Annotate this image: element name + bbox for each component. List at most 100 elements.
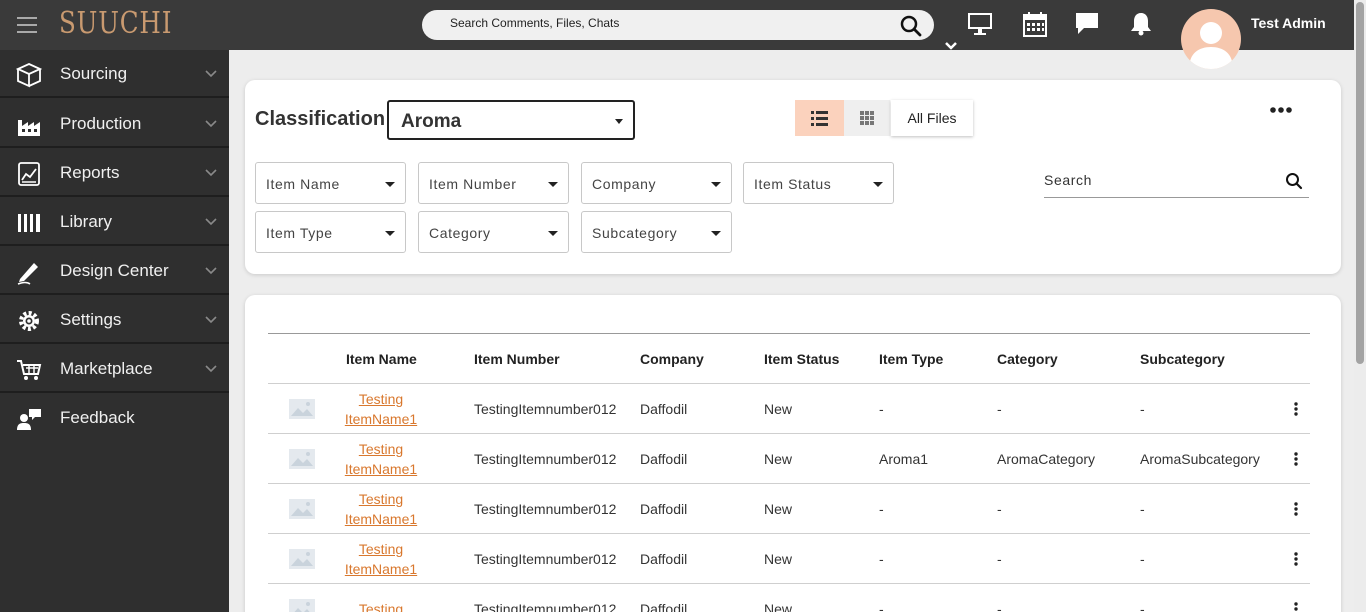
- row-menu-icon[interactable]: [1294, 451, 1298, 466]
- company-cell: Daffodil: [640, 483, 764, 534]
- grid-view-button[interactable]: [844, 100, 890, 136]
- filter-search: [1044, 168, 1309, 198]
- table-row[interactable]: Testing ItemName1 TestingItemnumber012 Da…: [268, 383, 1310, 434]
- cart-icon: [17, 360, 42, 380]
- item-name-filter[interactable]: Item Name: [255, 162, 406, 204]
- item-name-link[interactable]: Testing: [336, 599, 426, 612]
- item-type-filter[interactable]: Item Type: [255, 211, 406, 253]
- row-menu-icon[interactable]: [1294, 401, 1298, 416]
- row-menu-icon[interactable]: [1294, 551, 1298, 566]
- chevron-down-icon: [205, 365, 217, 373]
- table-header-row: Item Name Item Number Company Item Statu…: [268, 333, 1310, 384]
- caret-down-icon: [711, 231, 721, 236]
- global-search-input[interactable]: [450, 16, 890, 30]
- sidebar-item-feedback[interactable]: Feedback: [0, 394, 229, 442]
- classification-value: Aroma: [401, 111, 462, 132]
- chart-report-icon: [18, 162, 40, 186]
- chevron-down-icon: [205, 267, 217, 275]
- image-placeholder-icon: [289, 548, 315, 569]
- item-type-cell: -: [879, 533, 997, 584]
- sidebar-item-label: Production: [60, 114, 142, 133]
- filter-label: Item Number: [429, 176, 517, 192]
- app-logo[interactable]: SUUCHI: [59, 6, 172, 41]
- item-number-cell: TestingItemnumber012: [474, 483, 640, 534]
- chevron-down-icon: [205, 120, 217, 128]
- column-header-item-type[interactable]: Item Type: [879, 333, 997, 384]
- filter-label: Item Type: [266, 225, 333, 241]
- list-icon: [811, 111, 828, 126]
- all-files-button[interactable]: All Files: [891, 100, 973, 136]
- item-status-filter[interactable]: Item Status: [743, 162, 894, 204]
- chevron-down-icon: [205, 316, 217, 324]
- filter-search-input[interactable]: [1044, 172, 1274, 188]
- page-scrollbar-thumb[interactable]: [1356, 2, 1364, 364]
- user-name[interactable]: Test Admin: [1251, 15, 1326, 31]
- column-header-subcategory[interactable]: Subcategory: [1140, 333, 1286, 384]
- item-name-line: ItemName1: [344, 410, 418, 427]
- caret-down-icon: [385, 231, 395, 236]
- row-menu-icon[interactable]: [1294, 501, 1298, 516]
- item-name-line: Testing: [358, 540, 404, 557]
- pencil-icon: [17, 263, 38, 285]
- sidebar-item-production[interactable]: Production: [0, 100, 229, 148]
- sidebar-item-marketplace[interactable]: Marketplace: [0, 345, 229, 393]
- subcategory-cell: -: [1140, 383, 1286, 434]
- item-name-link[interactable]: Testing ItemName1: [336, 489, 426, 529]
- subcategory-cell: -: [1140, 483, 1286, 534]
- list-view-button[interactable]: [795, 100, 844, 136]
- classification-select[interactable]: Aroma: [387, 100, 635, 140]
- item-number-cell: TestingItemnumber012: [474, 533, 640, 584]
- row-menu-icon[interactable]: [1294, 601, 1298, 612]
- column-header-company[interactable]: Company: [640, 333, 764, 384]
- sidebar-item-reports[interactable]: Reports: [0, 149, 229, 197]
- caret-down-icon: [548, 182, 558, 187]
- column-header-item-name[interactable]: Item Name: [336, 333, 474, 384]
- more-options-icon[interactable]: [1270, 106, 1292, 114]
- feedback-icon: [17, 409, 41, 430]
- column-header-item-number[interactable]: Item Number: [474, 333, 640, 384]
- item-name-line: Testing: [358, 390, 404, 407]
- table-row[interactable]: Testing ItemName1 TestingItemnumber012 Da…: [268, 433, 1310, 484]
- company-filter[interactable]: Company: [581, 162, 732, 204]
- search-icon[interactable]: [900, 15, 922, 37]
- chevron-down-icon: [205, 218, 217, 226]
- table-row[interactable]: Testing TestingItemnumber012 Daffodil Ne…: [268, 583, 1310, 612]
- sidebar-item-sourcing[interactable]: Sourcing: [0, 50, 229, 98]
- sidebar-item-design-center[interactable]: Design Center: [0, 247, 229, 295]
- subcategory-filter[interactable]: Subcategory: [581, 211, 732, 253]
- item-number-filter[interactable]: Item Number: [418, 162, 569, 204]
- actions-header: [1286, 333, 1310, 384]
- monitor-icon[interactable]: [967, 12, 993, 36]
- image-placeholder-icon: [289, 498, 315, 519]
- status-cell: New: [764, 383, 879, 434]
- table-row[interactable]: Testing ItemName1 TestingItemnumber012 Da…: [268, 483, 1310, 534]
- gear-icon: [19, 311, 39, 331]
- search-icon[interactable]: [1285, 172, 1303, 190]
- library-books-icon: [18, 214, 40, 232]
- calendar-icon[interactable]: [1023, 12, 1047, 37]
- table-row[interactable]: Testing ItemName1 TestingItemnumber012 Da…: [268, 533, 1310, 584]
- item-name-line: Testing: [358, 490, 404, 507]
- image-placeholder-icon: [289, 448, 315, 469]
- bell-icon[interactable]: [1129, 12, 1153, 36]
- category-filter[interactable]: Category: [418, 211, 569, 253]
- filter-label: Company: [592, 176, 657, 192]
- chevron-down-icon[interactable]: [944, 41, 958, 51]
- sidebar-item-settings[interactable]: Settings: [0, 296, 229, 344]
- filter-label: Category: [429, 225, 491, 241]
- avatar[interactable]: [1181, 9, 1241, 69]
- sidebar-item-library[interactable]: Library: [0, 198, 229, 246]
- hamburger-menu-icon[interactable]: [17, 17, 37, 33]
- item-number-cell: TestingItemnumber012: [474, 433, 640, 484]
- chat-icon[interactable]: [1074, 12, 1100, 36]
- sidebar-item-label: Settings: [60, 310, 122, 329]
- item-name-link[interactable]: Testing ItemName1: [336, 539, 426, 579]
- caret-down-icon: [548, 231, 558, 236]
- image-placeholder-icon: [289, 398, 315, 419]
- item-name-link[interactable]: Testing ItemName1: [336, 439, 426, 479]
- column-header-item-status[interactable]: Item Status: [764, 333, 879, 384]
- column-header-category[interactable]: Category: [997, 333, 1140, 384]
- sidebar-item-label: Reports: [60, 163, 120, 182]
- company-cell: Daffodil: [640, 433, 764, 484]
- item-name-link[interactable]: Testing ItemName1: [336, 389, 426, 429]
